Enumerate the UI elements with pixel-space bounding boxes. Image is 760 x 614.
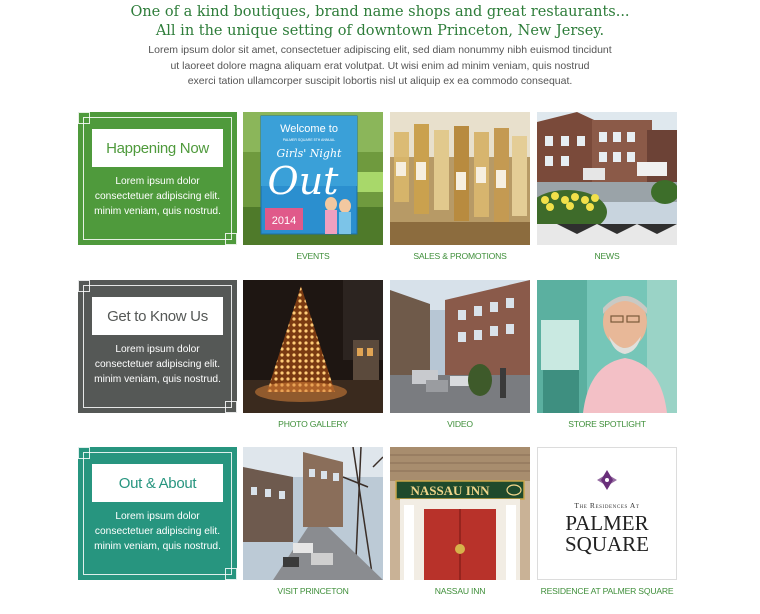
sales-image [390,112,530,245]
video-image [390,280,530,413]
happening-now-title[interactable]: Happening Now [92,129,223,167]
news-tile[interactable] [537,112,677,245]
events-tile[interactable]: Welcome to PALMER SQUARE 5TH ANNUAL Girl… [243,112,383,245]
corner-ornament [78,112,90,124]
desc-line: Lorem ipsum dolor [115,511,200,522]
store-spotlight-caption[interactable]: STORE SPOTLIGHT [527,419,687,429]
gallery-image [243,280,383,413]
body-line-3: exerci tation ullamcorper suscipit lobor… [187,75,573,87]
spotlight-image [537,280,677,413]
headline-line-2: All in the unique setting of downtown Pr… [155,23,605,39]
desc-line: consectetuer adipiscing elit. [94,191,221,202]
happening-now-panel[interactable]: Happening Now Lorem ipsum dolor consecte… [78,112,237,245]
visit-image [243,447,383,580]
sales-caption[interactable]: SALES & PROMOTIONS [380,251,540,261]
nassau-inn-caption[interactable]: NASSAU INN [380,586,540,596]
residence-image: The Residences At PALMER SQUARE [565,470,649,556]
headline-line-1: One of a kind boutiques, brand name shop… [130,4,630,20]
poster-small: PALMER SQUARE 5TH ANNUAL [283,138,336,142]
tile-grid: Happening Now Lorem ipsum dolor consecte… [78,112,678,596]
residence-big2: SQUARE [565,532,649,556]
video-caption[interactable]: VIDEO [380,419,540,429]
visit-princeton-caption[interactable]: VISIT PRINCETON [233,586,393,596]
desc-line: minim veniam, quis nostrud. [94,206,221,217]
corner-ornament [225,233,237,245]
poster-welcome: Welcome to [280,123,338,135]
poster-year: 2014 [272,215,296,227]
panel-description: Lorem ipsum dolor consectetuer adipiscin… [82,342,233,387]
desc-line: Lorem ipsum dolor [115,176,200,187]
desc-line: consectetuer adipiscing elit. [94,526,221,537]
desc-line: minim veniam, quis nostrud. [94,374,221,385]
nassau-inn-tile[interactable]: NASSAU INN [390,447,530,580]
events-caption[interactable]: EVENTS [233,251,393,261]
sales-tile[interactable] [390,112,530,245]
out-and-about-panel[interactable]: Out & About Lorem ipsum dolor consectetu… [78,447,237,580]
corner-ornament [78,280,90,292]
news-image [537,112,677,245]
residence-tile[interactable]: The Residences At PALMER SQUARE [537,447,677,580]
photo-gallery-caption[interactable]: PHOTO GALLERY [233,419,393,429]
body-line-1: Lorem ipsum dolor sit amet, consectetuer… [148,44,612,56]
panel-description: Lorem ipsum dolor consectetuer adipiscin… [82,174,233,219]
nassau-sign: NASSAU INN [410,483,490,498]
store-spotlight-tile[interactable] [537,280,677,413]
out-and-about-title[interactable]: Out & About [92,464,223,502]
intro-section: One of a kind boutiques, brand name shop… [0,0,760,90]
news-caption[interactable]: NEWS [527,251,687,261]
panel-description: Lorem ipsum dolor consectetuer adipiscin… [82,509,233,554]
nassau-image: NASSAU INN [390,447,530,580]
corner-ornament [78,447,90,459]
events-image: Welcome to PALMER SQUARE 5TH ANNUAL Girl… [243,112,383,245]
photo-gallery-tile[interactable] [243,280,383,413]
desc-line: Lorem ipsum dolor [115,344,200,355]
corner-ornament [225,568,237,580]
body-line-2: ut laoreet dolore magna aliquam erat vol… [170,59,590,72]
intro-body: Lorem ipsum dolor sit amet, consectetuer… [120,43,640,90]
video-tile[interactable] [390,280,530,413]
residence-caption[interactable]: RESIDENCE AT PALMER SQUARE [527,586,687,596]
desc-line: minim veniam, quis nostrud. [94,541,221,552]
intro-headline: One of a kind boutiques, brand name shop… [0,3,760,41]
fleur-logo-icon [597,470,617,490]
corner-ornament [225,401,237,413]
residence-small: The Residences At [574,501,639,510]
desc-line: consectetuer adipiscing elit. [94,359,221,370]
get-to-know-us-title[interactable]: Get to Know Us [92,297,223,335]
poster-out: Out [268,159,340,203]
get-to-know-us-panel[interactable]: Get to Know Us Lorem ipsum dolor consect… [78,280,237,413]
visit-princeton-tile[interactable] [243,447,383,580]
